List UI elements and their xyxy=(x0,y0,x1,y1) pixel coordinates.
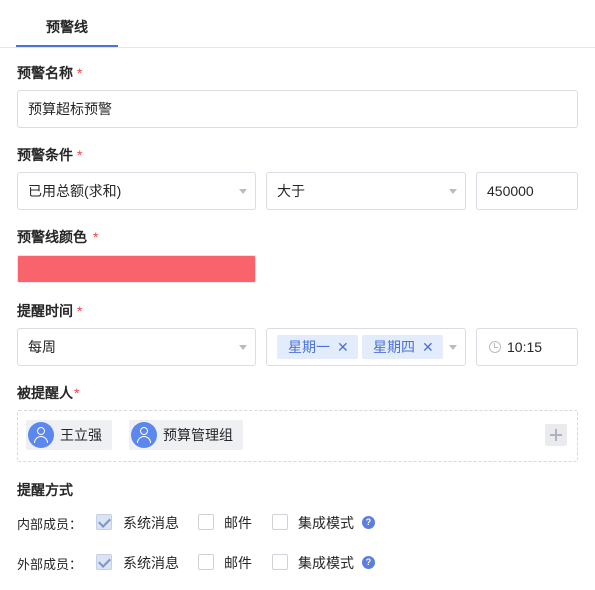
internal-email-checkbox[interactable] xyxy=(198,514,214,530)
chevron-down-icon xyxy=(239,345,247,350)
internal-system-message-checkbox[interactable] xyxy=(96,514,112,530)
user-icon xyxy=(131,422,157,448)
external-integration-checkbox[interactable] xyxy=(272,554,288,570)
time-value: 10:15 xyxy=(507,339,543,355)
add-recipient-button[interactable] xyxy=(545,424,567,446)
frequency-select[interactable]: 每周 xyxy=(17,328,256,366)
tab-active-indicator xyxy=(16,45,118,47)
checkbox-label: 邮件 xyxy=(224,515,252,531)
help-icon[interactable]: ? xyxy=(362,556,375,569)
remind-time-label: 提醒时间 * xyxy=(17,301,82,321)
recipient-chip[interactable]: 预算管理组 xyxy=(129,420,243,450)
condition-field-select[interactable]: 已用总额(求和) xyxy=(17,172,256,210)
condition-field-value: 已用总额(求和) xyxy=(28,183,122,199)
user-icon xyxy=(28,422,54,448)
recipients-box[interactable]: 王立强 预算管理组 xyxy=(17,410,578,462)
name-label-text: 预警名称 xyxy=(17,65,73,81)
remind-time-label-text: 提醒时间 xyxy=(17,303,73,319)
name-label: 预警名称 * xyxy=(17,63,82,83)
recipients-label: 被提醒人* xyxy=(17,383,79,403)
required-mark: * xyxy=(77,147,83,163)
weekday-tag: 星期一 ✕ xyxy=(277,335,358,359)
tab-alert-line[interactable]: 预警线 xyxy=(16,0,118,48)
required-mark: * xyxy=(77,65,83,81)
clock-icon xyxy=(489,341,501,353)
condition-operator-select[interactable]: 大于 xyxy=(266,172,466,210)
recipients-label-text: 被提醒人 xyxy=(17,385,73,401)
weekday-tag-label: 星期一 xyxy=(288,339,330,355)
tab-bar: 预警线 xyxy=(0,0,595,48)
chevron-down-icon xyxy=(449,189,457,194)
weekday-multiselect[interactable]: 星期一 ✕ 星期四 ✕ xyxy=(266,328,466,366)
recipient-name: 预算管理组 xyxy=(163,427,233,443)
weekday-tag: 星期四 ✕ xyxy=(362,335,443,359)
condition-label: 预警条件 * xyxy=(17,145,82,165)
required-mark: * xyxy=(93,229,99,245)
external-system-message-checkbox[interactable] xyxy=(96,554,112,570)
internal-members-label: 内部成员： xyxy=(17,517,83,532)
checkbox-label: 系统消息 xyxy=(123,555,179,571)
checkbox-label: 集成模式 xyxy=(298,555,354,571)
recipient-name: 王立强 xyxy=(60,427,102,443)
condition-value-input[interactable]: 450000 xyxy=(476,172,578,210)
weekday-tag-label: 星期四 xyxy=(373,339,415,355)
chevron-down-icon xyxy=(449,345,457,350)
condition-operator-value: 大于 xyxy=(277,183,305,199)
checkbox-label: 邮件 xyxy=(224,555,252,571)
required-mark: * xyxy=(74,385,80,401)
close-icon[interactable]: ✕ xyxy=(337,339,349,355)
recipient-chip[interactable]: 王立强 xyxy=(26,420,112,450)
external-members-label: 外部成员： xyxy=(17,557,83,572)
line-color-picker[interactable] xyxy=(17,255,256,283)
frequency-value: 每周 xyxy=(28,339,56,355)
line-color-label: 预警线颜色 * xyxy=(17,227,98,247)
internal-integration-checkbox[interactable] xyxy=(272,514,288,530)
chevron-down-icon xyxy=(239,189,247,194)
condition-label-text: 预警条件 xyxy=(17,147,73,163)
close-icon[interactable]: ✕ xyxy=(422,339,434,355)
checkbox-label: 集成模式 xyxy=(298,515,354,531)
notify-method-label: 提醒方式 xyxy=(17,482,73,498)
line-color-label-text: 预警线颜色 xyxy=(17,229,87,245)
alert-name-input[interactable]: 预算超标预警 xyxy=(17,90,578,128)
checkbox-label: 系统消息 xyxy=(123,515,179,531)
time-picker[interactable]: 10:15 xyxy=(476,328,578,366)
external-email-checkbox[interactable] xyxy=(198,554,214,570)
alert-line-form: 预警线 预警名称 * 预算超标预警 预警条件 * 已用总额(求和) 大于 45000… xyxy=(0,0,595,590)
required-mark: * xyxy=(77,303,83,319)
help-icon[interactable]: ? xyxy=(362,516,375,529)
